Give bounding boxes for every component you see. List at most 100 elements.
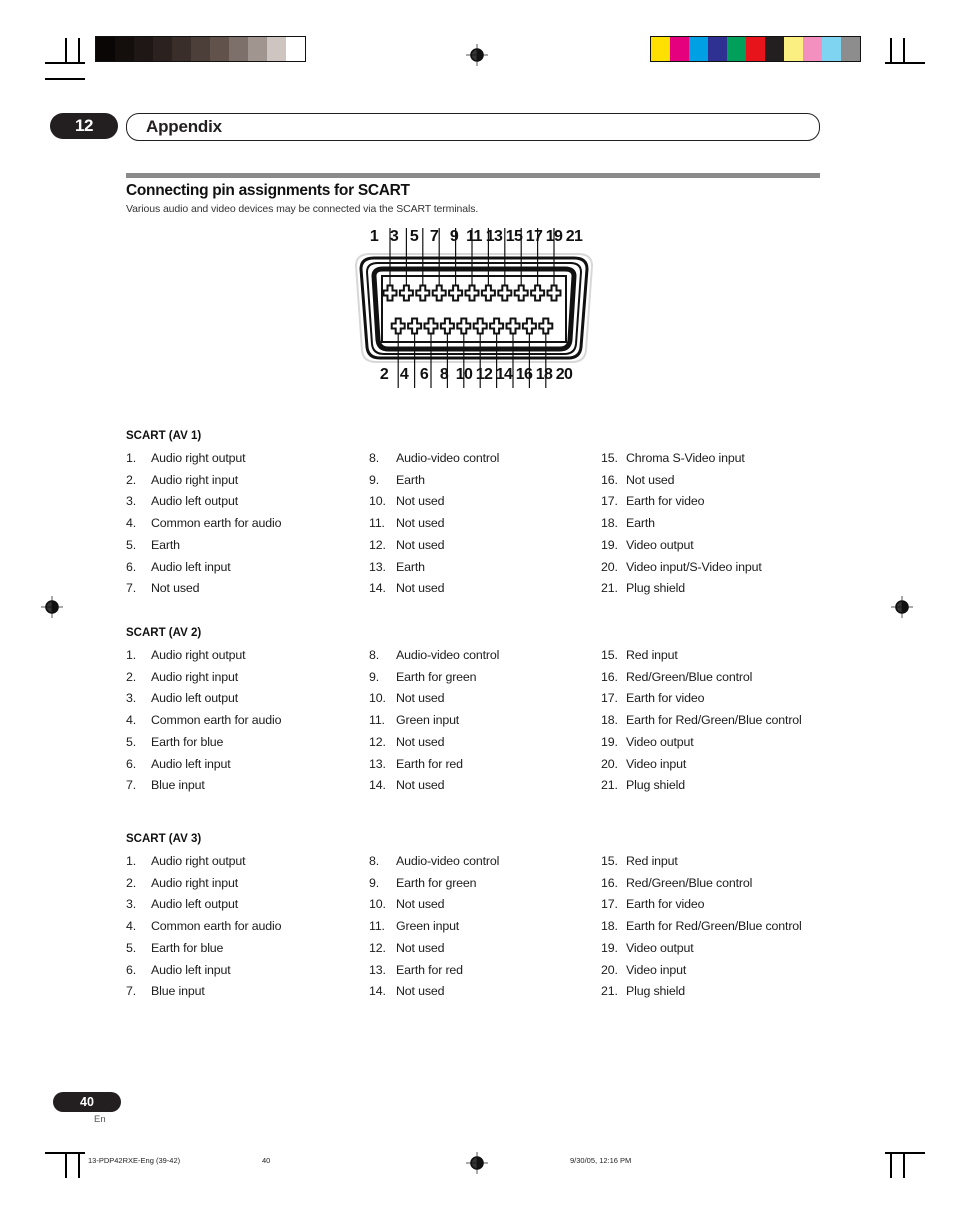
pin-assignment-label: Not used [396, 778, 445, 793]
pin-assignment-label: Video output [626, 734, 694, 749]
pin-section-av2: SCART (AV 2) 1. Audio right output 2. Audio… [126, 627, 826, 797]
pin-assignment-label: Earth for green [396, 875, 477, 890]
pin-assignment-row: 13. Earth for red [369, 960, 601, 982]
pin-assignment-row: 20. Video input/S-Video input [601, 557, 826, 579]
pin-assignment-label: Green input [396, 713, 460, 728]
color-calibration-bar [650, 36, 861, 62]
pin-assignment-index: 19. [601, 537, 618, 552]
color-swatch [765, 37, 784, 61]
pin-assignment-label: Earth for video [626, 494, 705, 509]
crop-mark-top-left-v [65, 38, 67, 64]
pin-column-2: 8. Audio-video control 9. Earth 10. Not used 1… [369, 448, 601, 600]
pin-assignment-index: 15. [601, 648, 618, 662]
chapter-title: Appendix [146, 117, 222, 136]
registration-mark-right [891, 596, 913, 618]
pin-assignment-row: 17. Earth for video [601, 894, 826, 916]
pin-assignment-row: 17. Earth for video [601, 491, 826, 513]
pin-assignment-label: Red/Green/Blue control [626, 669, 753, 684]
pin-assignment-index: 11. [369, 919, 385, 934]
pin-assignment-index: 13. [369, 559, 386, 574]
pin-assignment-label: Plug shield [626, 778, 685, 793]
connector-pin-number: 18 [535, 366, 553, 383]
pin-assignment-row: 5. Earth for blue [126, 732, 369, 754]
pin-assignment-row: 18. Earth for Red/Green/Blue control [601, 916, 826, 938]
pin-assignment-index: 7. [126, 581, 137, 596]
color-swatch [670, 37, 689, 61]
pin-assignment-index: 11. [369, 713, 385, 728]
pin-section-title: SCART (AV 2) [126, 627, 202, 639]
crop-mark-bottom-left-v2 [78, 1152, 80, 1178]
color-swatch [803, 37, 822, 61]
pin-assignment-index: 21. [601, 581, 618, 596]
grayscale-calibration-bar [95, 36, 306, 62]
grayscale-swatch [248, 37, 267, 61]
pin-assignment-label: Earth for video [626, 897, 705, 912]
color-swatch [651, 37, 670, 61]
pin-assignment-row: 3. Audio left output [126, 688, 369, 710]
pin-assignment-label: Plug shield [626, 581, 685, 596]
pin-section-title: SCART (AV 3) [126, 833, 202, 845]
pin-assignment-row: 7. Blue input [126, 775, 369, 797]
pin-assignment-row: 1. Audio right output [126, 448, 369, 470]
pin-assignment-row: 15. Chroma S-Video input [601, 448, 826, 470]
grayscale-swatch [210, 37, 229, 61]
pin-assignment-row: 9. Earth for green [369, 873, 601, 895]
pin-columns: 1. Audio right output 2. Audio right input 3… [126, 851, 826, 1003]
pin-assignment-row: 21. Plug shield [601, 578, 826, 600]
connector-pin-number: 4 [399, 366, 409, 383]
pin-assignment-index: 9. [369, 669, 380, 684]
pin-assignment-row: 10. Not used [369, 491, 601, 513]
pin-assignment-row: 16. Red/Green/Blue control [601, 667, 826, 689]
pin-assignment-row: 8. Audio-video control [369, 851, 601, 873]
pin-assignment-row: 10. Not used [369, 688, 601, 710]
grayscale-swatch [96, 37, 115, 61]
page-number-badge: 40 [53, 1092, 121, 1112]
pin-assignment-label: Not used [396, 734, 445, 749]
pin-assignment-index: 17. [601, 494, 618, 509]
pin-assignment-index: 12. [369, 940, 386, 955]
registration-mark-top [466, 44, 488, 66]
pin-assignment-index: 7. [126, 778, 137, 793]
pin-assignment-index: 17. [601, 691, 618, 706]
pin-assignment-index: 15. [601, 451, 618, 465]
section-subtitle: Various audio and video devices may be c… [126, 203, 479, 215]
pin-assignment-row: 18. Earth [601, 513, 826, 535]
pin-assignment-label: Chroma S-Video input [626, 451, 745, 465]
connector-pin-number: 14 [495, 366, 513, 383]
pin-column-3: 15. Red input 16. Red/Green/Blue control 17.… [601, 645, 826, 797]
pin-assignment-index: 16. [601, 875, 618, 890]
pin-assignment-row: 13. Earth for red [369, 754, 601, 776]
pin-assignment-row: 19. Video output [601, 732, 826, 754]
pin-assignment-label: Common earth for audio [151, 516, 282, 531]
pin-assignment-label: Not used [396, 897, 445, 912]
pin-assignment-label: Earth [151, 537, 180, 552]
pin-assignment-row: 4. Common earth for audio [126, 513, 369, 535]
pin-section-title: SCART (AV 1) [126, 430, 202, 442]
pin-assignment-label: Not used [396, 516, 445, 531]
pin-assignment-label: Audio left output [151, 897, 239, 912]
pin-assignment-label: Audio left output [151, 691, 239, 706]
pin-assignment-label: Audio right input [151, 669, 238, 684]
pin-assignment-index: 4. [126, 516, 137, 531]
pin-column-1: 1. Audio right output 2. Audio right input 3… [126, 645, 369, 797]
color-swatch [784, 37, 803, 61]
slug-timestamp: 9/30/05, 12:16 PM [570, 1156, 632, 1165]
pin-assignment-row: 19. Video output [601, 535, 826, 557]
color-swatch [746, 37, 765, 61]
pin-assignment-index: 18. [601, 919, 618, 934]
pin-assignment-label: Video output [626, 537, 694, 552]
pin-assignment-row: 21. Plug shield [601, 775, 826, 797]
pin-assignment-index: 3. [126, 691, 137, 706]
chapter-number-badge: 12 [50, 113, 118, 139]
pin-assignment-row: 18. Earth for Red/Green/Blue control [601, 710, 826, 732]
pin-assignment-label: Not used [396, 494, 445, 509]
crop-mark-bottom-right-v2 [890, 1152, 892, 1178]
pin-assignment-index: 6. [126, 559, 137, 574]
color-swatch [689, 37, 708, 61]
pin-column-1: 1. Audio right output 2. Audio right input 3… [126, 448, 369, 600]
pin-assignment-label: Audio right output [151, 451, 246, 465]
connector-pin-number: 2 [379, 366, 389, 383]
pin-assignment-index: 2. [126, 875, 137, 890]
pin-assignment-label: Audio left output [151, 494, 239, 509]
pin-section-av1: SCART (AV 1) 1. Audio right output 2. Audio… [126, 430, 826, 600]
